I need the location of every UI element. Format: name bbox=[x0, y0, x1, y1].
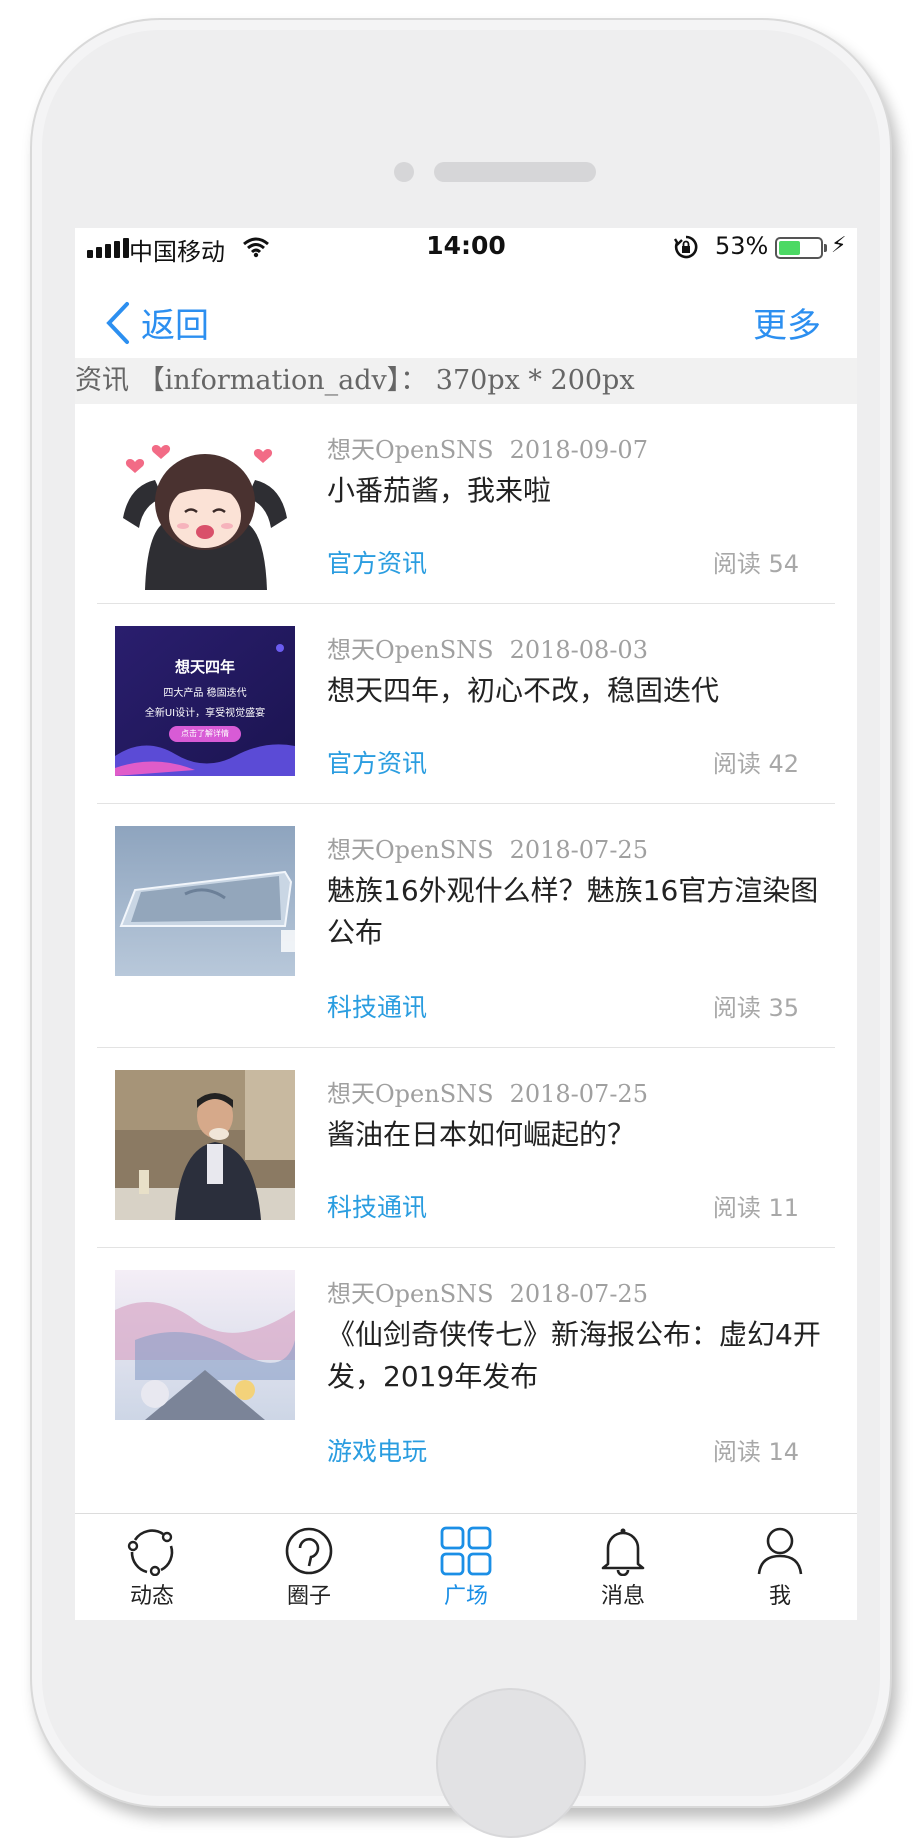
battery-icon bbox=[775, 237, 827, 259]
activity-icon bbox=[127, 1529, 174, 1576]
article-meta: 想天OpenSNS 2018-07-25 bbox=[327, 1274, 648, 1309]
tab-circle[interactable]: 圈子 bbox=[259, 1526, 359, 1610]
article-date: 2018-09-07 bbox=[509, 436, 648, 464]
article-read-count: 阅读 42 bbox=[712, 750, 799, 778]
article-meta: 想天OpenSNS 2018-07-25 bbox=[327, 830, 648, 865]
back-button[interactable]: 返回 bbox=[105, 298, 209, 347]
app-screen: 中国移动 14:00 53% ⚡ 返回 更多 资讯 【information_a… bbox=[75, 228, 857, 1620]
list-item[interactable]: 想天OpenSNS 2018-07-25 《仙剑奇侠传七》新海报公布：虚幻4开发，… bbox=[75, 1248, 857, 1492]
article-author: 想天OpenSNS bbox=[327, 436, 494, 464]
article-author: 想天OpenSNS bbox=[327, 636, 494, 664]
article-read-count: 阅读 54 bbox=[712, 550, 799, 578]
article-thumbnail bbox=[115, 826, 295, 976]
article-title[interactable]: 《仙剑奇侠传七》新海报公布：虚幻4开发，2019年发布 bbox=[327, 1314, 827, 1398]
thumb-line-1: 四大产品 稳固迭代 bbox=[163, 688, 247, 699]
tab-label: 消息 bbox=[600, 1584, 645, 1609]
article-thumbnail bbox=[115, 440, 295, 590]
list-item[interactable]: 想天OpenSNS 2018-09-07 小番茄酱，我来啦 官方资讯 阅读 54 bbox=[75, 404, 857, 604]
article-category[interactable]: 科技通讯 bbox=[327, 1188, 427, 1224]
article-date: 2018-08-03 bbox=[509, 636, 648, 664]
tab-square[interactable]: 广场 bbox=[416, 1526, 516, 1610]
article-meta: 想天OpenSNS 2018-08-03 bbox=[327, 630, 648, 665]
article-category[interactable]: 官方资讯 bbox=[327, 744, 427, 780]
front-camera bbox=[394, 162, 414, 182]
article-category[interactable]: 游戏电玩 bbox=[327, 1432, 427, 1468]
article-author: 想天OpenSNS bbox=[327, 836, 494, 864]
chevron-left-icon bbox=[106, 301, 129, 344]
tab-label: 广场 bbox=[443, 1584, 488, 1609]
article-thumbnail bbox=[115, 1270, 295, 1420]
tab-messages[interactable]: 消息 bbox=[573, 1526, 673, 1610]
article-read-count: 阅读 11 bbox=[712, 1194, 799, 1222]
article-category[interactable]: 科技通讯 bbox=[327, 988, 427, 1024]
article-title[interactable]: 魅族16外观什么样？魅族16官方渲染图公布 bbox=[327, 870, 827, 954]
article-read-count: 阅读 14 bbox=[712, 1438, 799, 1466]
list-item[interactable]: 想天OpenSNS 2018-07-25 魅族16外观什么样？魅族16官方渲染图公… bbox=[75, 804, 857, 1048]
circle-icon bbox=[285, 1527, 333, 1575]
grid-icon bbox=[440, 1526, 492, 1576]
list-item[interactable]: 想天四年 四大产品 稳固迭代 全新UI设计，享受视觉盛宴 点击了解详情 想天Op… bbox=[75, 604, 857, 804]
thumb-cta: 点击了解详情 bbox=[169, 726, 241, 742]
battery-percent: 53% bbox=[715, 232, 769, 260]
status-bar: 中国移动 14:00 53% ⚡ bbox=[75, 228, 857, 268]
navigation-bar: 返回 更多 bbox=[75, 268, 857, 368]
article-read-count: 阅读 35 bbox=[712, 994, 799, 1022]
article-date: 2018-07-25 bbox=[509, 836, 648, 864]
article-meta: 想天OpenSNS 2018-09-07 bbox=[327, 430, 648, 465]
article-date: 2018-07-25 bbox=[509, 1280, 648, 1308]
tab-bar: 动态 圈子 广场 消息 我 bbox=[75, 1513, 857, 1620]
thumb-line-2: 全新UI设计，享受视觉盛宴 bbox=[144, 708, 266, 719]
article-thumbnail: 想天四年 四大产品 稳固迭代 全新UI设计，享受视觉盛宴 点击了解详情 bbox=[115, 626, 295, 776]
article-meta: 想天OpenSNS 2018-07-25 bbox=[327, 1074, 648, 1109]
list-item[interactable]: 想天OpenSNS 2018-07-25 酱油在日本如何崛起的？ 科技通讯 阅读 … bbox=[75, 1048, 857, 1248]
article-date: 2018-07-25 bbox=[509, 1080, 648, 1108]
bell-icon bbox=[601, 1528, 645, 1576]
tab-activity[interactable]: 动态 bbox=[102, 1526, 202, 1610]
back-label: 返回 bbox=[141, 306, 209, 346]
ad-banner[interactable]: 资讯 【information_adv】： 370px * 200px bbox=[75, 358, 857, 404]
article-author: 想天OpenSNS bbox=[327, 1280, 494, 1308]
article-title[interactable]: 小番茄酱，我来啦 bbox=[327, 470, 827, 512]
earpiece-speaker bbox=[434, 162, 596, 182]
user-icon bbox=[757, 1527, 803, 1575]
charging-icon: ⚡ bbox=[831, 233, 847, 258]
article-category[interactable]: 官方资讯 bbox=[327, 544, 427, 580]
tab-label: 动态 bbox=[129, 1584, 174, 1609]
thumb-headline: 想天四年 bbox=[174, 658, 235, 676]
article-title[interactable]: 想天四年，初心不改，稳固迭代 bbox=[327, 670, 827, 712]
tab-me[interactable]: 我 bbox=[730, 1526, 830, 1610]
article-title[interactable]: 酱油在日本如何崛起的？ bbox=[327, 1114, 827, 1156]
more-button[interactable]: 更多 bbox=[753, 298, 821, 347]
tab-label: 圈子 bbox=[286, 1584, 331, 1609]
article-thumbnail bbox=[115, 1070, 295, 1220]
article-author: 想天OpenSNS bbox=[327, 1080, 494, 1108]
tab-label: 我 bbox=[768, 1584, 791, 1609]
home-button[interactable] bbox=[436, 1688, 586, 1838]
rotation-lock-icon bbox=[673, 234, 699, 266]
